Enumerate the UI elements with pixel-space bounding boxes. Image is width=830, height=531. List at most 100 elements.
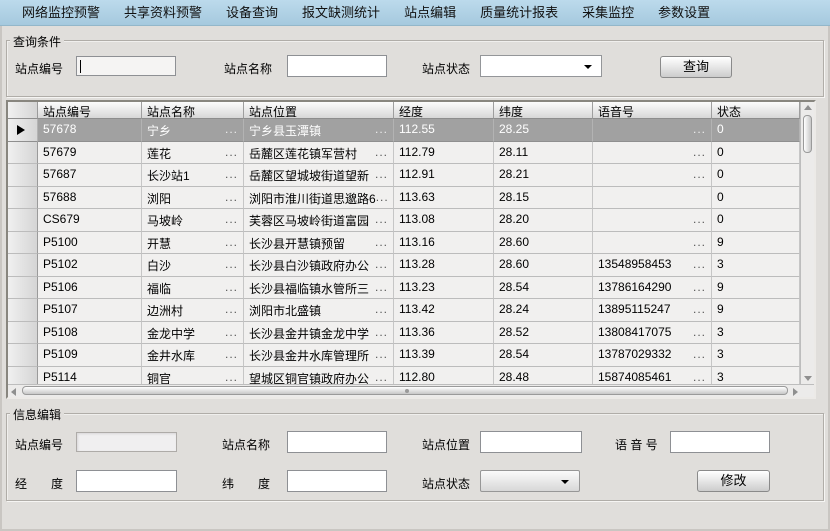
table-row[interactable]: P5107边洲村...浏阳市北盛镇...113.4228.24138951152… xyxy=(8,299,800,322)
table-row[interactable]: P5102白沙...长沙县白沙镇政府办公...113.2828.60135489… xyxy=(8,254,800,277)
modify-button[interactable]: 修改 xyxy=(697,470,770,492)
voice-number-cell: ... xyxy=(593,119,712,142)
station-id-cell: P5107 xyxy=(38,299,142,322)
menu-station-edit[interactable]: 站点编辑 xyxy=(392,0,468,26)
status-cell: 0 xyxy=(712,209,800,232)
voice-number-cell: 13548958453... xyxy=(593,254,712,277)
station-name-cell: 宁乡... xyxy=(142,119,244,142)
menu-network-monitor-alert[interactable]: 网络监控预警 xyxy=(10,0,112,26)
search-button[interactable]: 查询 xyxy=(660,56,732,78)
row-selector-cell xyxy=(8,367,38,385)
latitude-cell: 28.20 xyxy=(494,209,593,232)
row-selector-cell xyxy=(8,322,38,345)
edit-longitude-label: 经 度 xyxy=(15,475,63,492)
edit-longitude-input[interactable] xyxy=(76,470,177,492)
query-station-id-label: 站点编号 xyxy=(15,60,63,77)
table-row[interactable]: 57687长沙站1...岳麓区望城坡街道望新...112.9128.21...0 xyxy=(8,164,800,187)
header-station-id[interactable]: 站点编号 xyxy=(38,102,142,119)
query-station-status-select[interactable] xyxy=(480,55,602,77)
menu-message-missing-stats[interactable]: 报文缺测统计 xyxy=(290,0,392,26)
query-station-name-input[interactable] xyxy=(287,55,387,77)
edit-station-status-select[interactable] xyxy=(480,470,580,492)
table-row[interactable]: P5114铜官...望城区铜官镇政府办公...112.8028.48158740… xyxy=(8,367,800,385)
voice-number-cell: 13895115247... xyxy=(593,299,712,322)
header-station-name[interactable]: 站点名称 xyxy=(142,102,244,119)
scroll-down-icon[interactable] xyxy=(804,376,812,381)
menu-collection-monitor[interactable]: 采集监控 xyxy=(570,0,646,26)
table-body: 57678宁乡...宁乡县玉潭镇...112.5528.25...057679莲… xyxy=(8,119,800,384)
voice-number-cell xyxy=(593,187,712,210)
station-name-cell: 长沙站1... xyxy=(142,164,244,187)
thumb-grip xyxy=(405,389,409,393)
scroll-up-icon[interactable] xyxy=(804,105,812,110)
edit-station-status-label: 站点状态 xyxy=(422,475,470,492)
row-selector-cell xyxy=(8,119,38,142)
voice-number-cell: 13787029332... xyxy=(593,344,712,367)
header-status[interactable]: 状态 xyxy=(712,102,800,119)
longitude-cell: 112.79 xyxy=(394,142,494,165)
station-location-cell: 长沙县金井镇金龙中学... xyxy=(244,322,394,345)
table-row[interactable]: P5100开慧...长沙县开慧镇预留...113.1628.60...9 xyxy=(8,232,800,255)
vertical-scroll-thumb[interactable] xyxy=(803,115,812,153)
header-voice-number[interactable]: 语音号 xyxy=(593,102,712,119)
station-id-cell: 57688 xyxy=(38,187,142,210)
latitude-cell: 28.54 xyxy=(494,277,593,300)
station-name-cell: 金龙中学... xyxy=(142,322,244,345)
edit-station-id-input xyxy=(76,432,177,452)
station-location-cell: 长沙县白沙镇政府办公... xyxy=(244,254,394,277)
longitude-cell: 113.16 xyxy=(394,232,494,255)
longitude-cell: 113.08 xyxy=(394,209,494,232)
scroll-right-icon[interactable] xyxy=(793,388,798,396)
row-selector-cell xyxy=(8,299,38,322)
header-station-location[interactable]: 站点位置 xyxy=(244,102,394,119)
edit-latitude-label: 纬 度 xyxy=(222,475,270,492)
vertical-scrollbar[interactable] xyxy=(800,102,814,384)
row-selector-cell xyxy=(8,254,38,277)
station-location-cell: 浏阳市淮川街道思邈路6... xyxy=(244,187,394,210)
menu-device-query[interactable]: 设备查询 xyxy=(214,0,290,26)
longitude-cell: 112.80 xyxy=(394,367,494,385)
row-selector-cell xyxy=(8,187,38,210)
query-group-title: 查询条件 xyxy=(10,33,64,50)
menu-parameter-settings[interactable]: 参数设置 xyxy=(646,0,722,26)
station-name-cell: 莲花... xyxy=(142,142,244,165)
horizontal-scrollbar[interactable] xyxy=(8,384,814,397)
station-id-cell: P5109 xyxy=(38,344,142,367)
query-station-status-label: 站点状态 xyxy=(422,60,470,77)
scroll-left-icon[interactable] xyxy=(11,388,16,396)
latitude-cell: 28.15 xyxy=(494,187,593,210)
station-name-cell: 金井水库... xyxy=(142,344,244,367)
status-cell: 9 xyxy=(712,277,800,300)
edit-station-id-label: 站点编号 xyxy=(15,436,63,453)
edit-voice-number-input[interactable] xyxy=(670,431,770,453)
station-name-cell: 马坡岭... xyxy=(142,209,244,232)
status-cell: 3 xyxy=(712,344,800,367)
station-name-cell: 福临... xyxy=(142,277,244,300)
menu-quality-report[interactable]: 质量统计报表 xyxy=(468,0,570,26)
table-row[interactable]: P5106福临...长沙县福临镇水管所三...113.2328.54137861… xyxy=(8,277,800,300)
station-name-cell: 铜官... xyxy=(142,367,244,385)
longitude-cell: 113.63 xyxy=(394,187,494,210)
header-longitude[interactable]: 经度 xyxy=(394,102,494,119)
station-name-cell: 边洲村... xyxy=(142,299,244,322)
query-station-id-input[interactable] xyxy=(76,56,176,76)
query-station-name-label: 站点名称 xyxy=(224,60,272,77)
station-location-cell: 浏阳市北盛镇... xyxy=(244,299,394,322)
voice-number-cell: 15874085461... xyxy=(593,367,712,385)
edit-station-location-input[interactable] xyxy=(480,431,582,453)
station-location-cell: 望城区铜官镇政府办公... xyxy=(244,367,394,385)
menu-shared-data-alert[interactable]: 共享资料预警 xyxy=(112,0,214,26)
edit-station-name-input[interactable] xyxy=(287,431,387,453)
table-row[interactable]: 57679莲花...岳麓区莲花镇军营村...112.7928.11...0 xyxy=(8,142,800,165)
row-selector-cell xyxy=(8,277,38,300)
table-row[interactable]: CS679马坡岭...芙蓉区马坡岭街道富园...113.0828.20...0 xyxy=(8,209,800,232)
station-id-cell: 57679 xyxy=(38,142,142,165)
table-row[interactable]: P5108金龙中学...长沙县金井镇金龙中学...113.3628.521380… xyxy=(8,322,800,345)
horizontal-scroll-thumb[interactable] xyxy=(22,386,788,395)
table-row[interactable]: P5109金井水库...长沙县金井水库管理所...113.3928.541378… xyxy=(8,344,800,367)
header-latitude[interactable]: 纬度 xyxy=(494,102,593,119)
station-id-cell: P5114 xyxy=(38,367,142,385)
table-row[interactable]: 57678宁乡...宁乡县玉潭镇...112.5528.25...0 xyxy=(8,119,800,142)
table-row[interactable]: 57688浏阳...浏阳市淮川街道思邈路6...113.6328.150 xyxy=(8,187,800,210)
edit-latitude-input[interactable] xyxy=(287,470,387,492)
